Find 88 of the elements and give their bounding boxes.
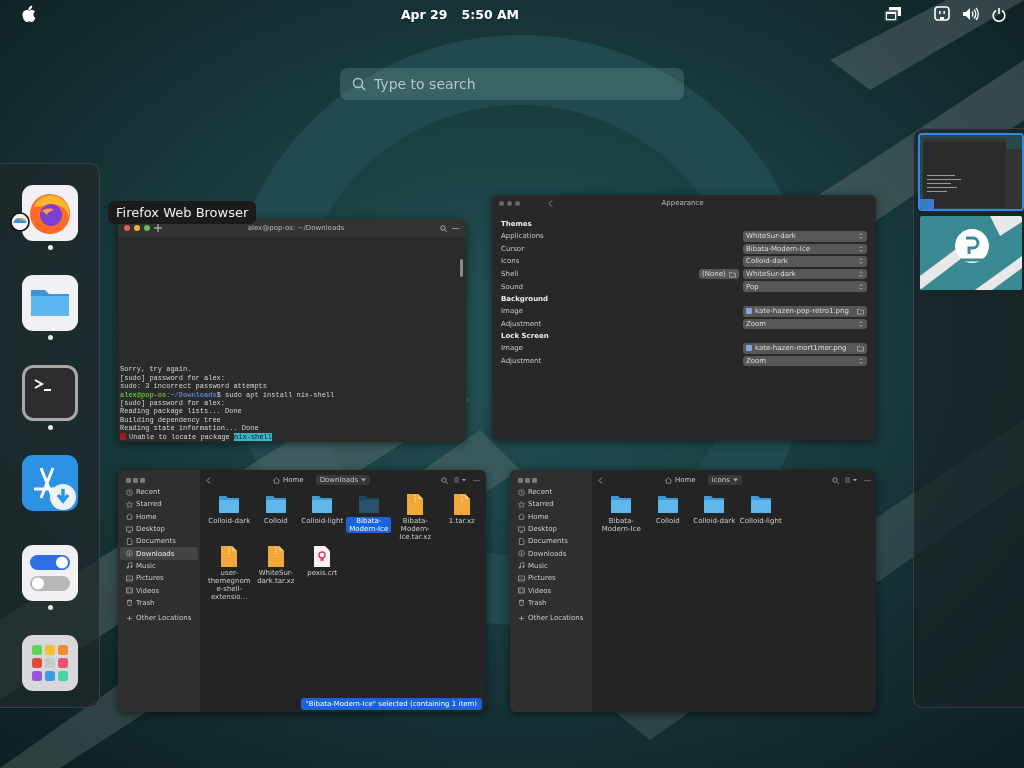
search-icon[interactable] — [440, 224, 447, 232]
folder-icon — [356, 493, 381, 515]
image-file-icon — [746, 345, 752, 352]
film-icon — [126, 587, 133, 594]
monitor-icon — [126, 525, 133, 533]
minimize-button[interactable] — [134, 225, 140, 231]
search-icon — [352, 77, 366, 91]
up-down-arrows-icon — [858, 357, 864, 366]
terminal-icon[interactable] — [22, 365, 78, 421]
folder-icon — [857, 344, 864, 352]
caret-icon — [732, 478, 738, 482]
tooltip: Firefox Web Browser — [108, 201, 257, 224]
maximize-button[interactable] — [144, 225, 150, 231]
up-down-arrows-icon — [858, 257, 864, 266]
app-grid-icon[interactable] — [22, 635, 78, 691]
up-down-arrows-icon — [858, 244, 864, 253]
date-label: Apr 29 — [400, 6, 448, 22]
clock-icon — [126, 488, 133, 496]
view-options-icon[interactable] — [845, 477, 858, 483]
maximize-button[interactable] — [532, 477, 537, 483]
up-down-arrows-icon — [858, 282, 864, 291]
image-icon — [126, 574, 133, 582]
keyboard-face-icon[interactable] — [934, 6, 950, 22]
star-icon — [126, 500, 133, 508]
minimize-button[interactable] — [133, 477, 138, 483]
home-icon — [518, 513, 525, 521]
minimize-button[interactable] — [525, 477, 530, 483]
download-icon — [126, 550, 133, 558]
back-icon[interactable] — [206, 476, 211, 484]
back-icon[interactable] — [598, 476, 603, 484]
folder-icon — [217, 493, 242, 515]
home-icon — [665, 476, 672, 484]
monitor-icon — [518, 525, 525, 533]
workspaces-icon[interactable] — [884, 6, 902, 22]
folder-icon — [263, 493, 288, 515]
search-field[interactable]: Type to search — [340, 68, 684, 100]
download-icon — [518, 550, 525, 558]
plus-icon[interactable] — [154, 224, 162, 232]
folder-icon[interactable] — [22, 275, 78, 331]
folder-icon — [729, 270, 736, 278]
power-icon[interactable] — [992, 6, 1006, 22]
volume-icon[interactable] — [962, 7, 980, 21]
search-icon[interactable] — [832, 476, 839, 484]
plus-icon — [126, 614, 133, 622]
document-icon — [518, 537, 525, 545]
folder-icon — [609, 493, 634, 515]
browser-icon[interactable] — [22, 185, 78, 241]
music-note-icon — [126, 562, 133, 570]
plus-icon — [518, 614, 525, 622]
clock-label: 5:50 AM — [461, 6, 520, 22]
image-file-icon — [746, 308, 752, 315]
music-note-icon — [518, 562, 525, 570]
scrollbar-thumb[interactable] — [460, 259, 463, 277]
film-icon — [518, 587, 525, 594]
folder-icon — [310, 493, 335, 515]
image-icon — [518, 574, 525, 582]
trash-icon — [518, 599, 525, 607]
document-icon — [126, 537, 133, 545]
close-button[interactable] — [124, 225, 130, 231]
toggle-switches-icon[interactable] — [22, 545, 78, 601]
close-button[interactable] — [126, 477, 131, 483]
up-down-arrows-icon — [858, 319, 864, 328]
up-down-arrows-icon — [858, 232, 864, 241]
view-options-icon[interactable] — [454, 477, 467, 483]
trash-icon — [126, 599, 133, 607]
error-mark — [120, 433, 126, 441]
app-store-icon[interactable] — [22, 455, 78, 511]
menu-icon[interactable] — [473, 477, 480, 483]
maximize-button[interactable] — [140, 477, 145, 483]
home-icon — [273, 476, 280, 484]
folder-icon — [655, 493, 680, 515]
search-input[interactable]: Type to search — [374, 76, 672, 92]
circle-badge-icon — [10, 212, 30, 232]
clock-icon — [518, 488, 525, 496]
menu-icon[interactable] — [864, 477, 871, 483]
up-down-arrows-icon — [858, 270, 864, 279]
folder-icon — [857, 307, 864, 315]
star-icon — [518, 500, 525, 508]
maximize-button[interactable] — [515, 200, 520, 206]
close-button[interactable] — [518, 477, 523, 483]
close-button[interactable] — [499, 200, 504, 206]
home-icon — [126, 513, 133, 521]
caret-icon — [361, 478, 367, 482]
folder-icon — [702, 493, 727, 515]
minimize-button[interactable] — [507, 200, 512, 206]
search-icon[interactable] — [441, 476, 448, 484]
apple-logo-icon[interactable] — [20, 5, 36, 23]
folder-icon — [748, 493, 773, 515]
